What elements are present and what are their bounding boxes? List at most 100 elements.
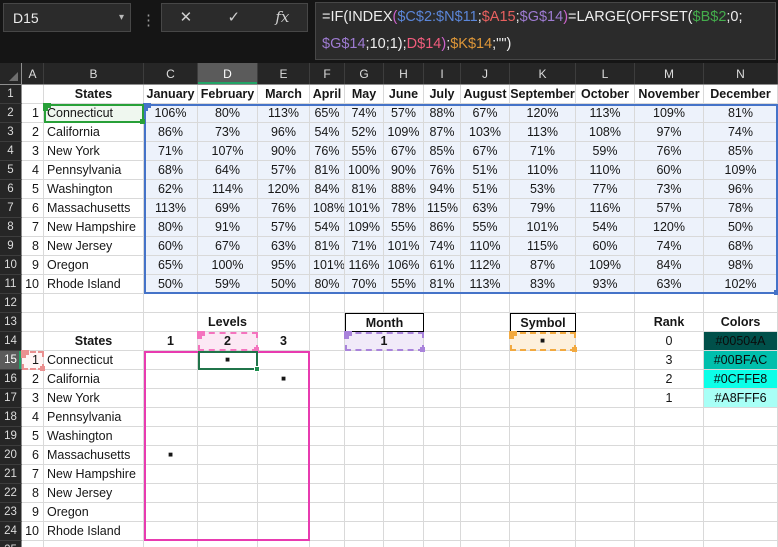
cell-K24[interactable] bbox=[510, 522, 576, 541]
cell-J11[interactable]: 113% bbox=[461, 275, 510, 294]
cell-E14[interactable]: 3 bbox=[258, 332, 310, 351]
cell-N13[interactable]: Colors bbox=[704, 313, 778, 332]
cell-D7[interactable]: 69% bbox=[198, 199, 258, 218]
cell-G19[interactable] bbox=[345, 427, 384, 446]
cell-A15[interactable]: 1 bbox=[22, 351, 44, 370]
cell-F10[interactable]: 101% bbox=[310, 256, 345, 275]
cell-E16[interactable]: ■ bbox=[258, 370, 310, 389]
cell-C2[interactable]: 106% bbox=[144, 104, 198, 123]
cell-M2[interactable]: 109% bbox=[635, 104, 704, 123]
cell-K20[interactable] bbox=[510, 446, 576, 465]
row-header-6[interactable]: 6 bbox=[0, 180, 22, 199]
cell-G7[interactable]: 101% bbox=[345, 199, 384, 218]
row-header-21[interactable]: 21 bbox=[0, 465, 22, 484]
cell-K13[interactable]: Symbol bbox=[510, 313, 576, 332]
cell-K23[interactable] bbox=[510, 503, 576, 522]
cell-G21[interactable] bbox=[345, 465, 384, 484]
cell-L8[interactable]: 54% bbox=[576, 218, 635, 237]
cell-E5[interactable]: 57% bbox=[258, 161, 310, 180]
cell-E13[interactable] bbox=[258, 313, 310, 332]
column-header-G[interactable]: G bbox=[345, 63, 384, 84]
cell-H18[interactable] bbox=[384, 408, 424, 427]
cell-F20[interactable] bbox=[310, 446, 345, 465]
cell-K4[interactable]: 71% bbox=[510, 142, 576, 161]
cell-E15[interactable] bbox=[258, 351, 310, 370]
row-header-23[interactable]: 23 bbox=[0, 503, 22, 522]
row-header-14[interactable]: 14 bbox=[0, 332, 22, 351]
name-box[interactable]: D15 ▾ bbox=[3, 3, 131, 32]
cell-B4[interactable]: New York bbox=[44, 142, 144, 161]
cell-I19[interactable] bbox=[424, 427, 461, 446]
row-header-16[interactable]: 16 bbox=[0, 370, 22, 389]
cell-B21[interactable]: New Hampshire bbox=[44, 465, 144, 484]
cell-I23[interactable] bbox=[424, 503, 461, 522]
cell-A5[interactable]: 4 bbox=[22, 161, 44, 180]
cell-J18[interactable] bbox=[461, 408, 510, 427]
cell-D25[interactable] bbox=[198, 541, 258, 547]
cell-F16[interactable] bbox=[310, 370, 345, 389]
cell-A4[interactable]: 3 bbox=[22, 142, 44, 161]
cell-C7[interactable]: 113% bbox=[144, 199, 198, 218]
column-header-A[interactable]: A bbox=[22, 63, 44, 84]
row-header-12[interactable]: 12 bbox=[0, 294, 22, 313]
row-header-2[interactable]: 2 bbox=[0, 104, 22, 123]
cell-E18[interactable] bbox=[258, 408, 310, 427]
cell-H7[interactable]: 78% bbox=[384, 199, 424, 218]
formula-bar[interactable]: =IF(INDEX($C$2:$N$11;$A15;$G$14)=LARGE(O… bbox=[315, 2, 776, 60]
cell-L10[interactable]: 109% bbox=[576, 256, 635, 275]
column-header-M[interactable]: M bbox=[635, 63, 704, 84]
row-header-8[interactable]: 8 bbox=[0, 218, 22, 237]
cell-E7[interactable]: 76% bbox=[258, 199, 310, 218]
cell-E4[interactable]: 90% bbox=[258, 142, 310, 161]
cell-D14[interactable]: 2 bbox=[198, 332, 258, 351]
cell-N18[interactable] bbox=[704, 408, 778, 427]
cell-H25[interactable] bbox=[384, 541, 424, 547]
cell-L21[interactable] bbox=[576, 465, 635, 484]
column-header-B[interactable]: B bbox=[44, 63, 144, 84]
cell-D19[interactable] bbox=[198, 427, 258, 446]
cell-A13[interactable] bbox=[22, 313, 44, 332]
cell-B8[interactable]: New Hampshire bbox=[44, 218, 144, 237]
cell-F12[interactable] bbox=[310, 294, 345, 313]
cell-K5[interactable]: 110% bbox=[510, 161, 576, 180]
cell-J12[interactable] bbox=[461, 294, 510, 313]
cell-N15[interactable]: #00BFAC bbox=[704, 351, 778, 370]
cell-J9[interactable]: 110% bbox=[461, 237, 510, 256]
cell-C24[interactable] bbox=[144, 522, 198, 541]
cell-I14[interactable] bbox=[424, 332, 461, 351]
cell-H10[interactable]: 106% bbox=[384, 256, 424, 275]
cell-E2[interactable]: 113% bbox=[258, 104, 310, 123]
cell-C15[interactable] bbox=[144, 351, 198, 370]
cell-A7[interactable]: 6 bbox=[22, 199, 44, 218]
cell-J3[interactable]: 103% bbox=[461, 123, 510, 142]
cell-C9[interactable]: 60% bbox=[144, 237, 198, 256]
cell-N3[interactable]: 74% bbox=[704, 123, 778, 142]
cell-N19[interactable] bbox=[704, 427, 778, 446]
cell-C20[interactable]: ■ bbox=[144, 446, 198, 465]
cell-M3[interactable]: 97% bbox=[635, 123, 704, 142]
cancel-button[interactable]: ✕ bbox=[180, 4, 193, 31]
cell-I1[interactable]: July bbox=[424, 85, 461, 104]
cell-G6[interactable]: 81% bbox=[345, 180, 384, 199]
cell-C22[interactable] bbox=[144, 484, 198, 503]
cell-L22[interactable] bbox=[576, 484, 635, 503]
cell-H5[interactable]: 90% bbox=[384, 161, 424, 180]
cell-J4[interactable]: 67% bbox=[461, 142, 510, 161]
column-header-N[interactable]: N bbox=[704, 63, 778, 84]
cell-M17[interactable]: 1 bbox=[635, 389, 704, 408]
cell-B7[interactable]: Massachusetts bbox=[44, 199, 144, 218]
cell-M13[interactable]: Rank bbox=[635, 313, 704, 332]
cell-G2[interactable]: 74% bbox=[345, 104, 384, 123]
cell-N1[interactable]: December bbox=[704, 85, 778, 104]
cell-K11[interactable]: 83% bbox=[510, 275, 576, 294]
cell-L3[interactable]: 108% bbox=[576, 123, 635, 142]
row-header-9[interactable]: 9 bbox=[0, 237, 22, 256]
cell-C5[interactable]: 68% bbox=[144, 161, 198, 180]
cell-D12[interactable] bbox=[198, 294, 258, 313]
cell-B22[interactable]: New Jersey bbox=[44, 484, 144, 503]
cell-J8[interactable]: 55% bbox=[461, 218, 510, 237]
cell-E10[interactable]: 95% bbox=[258, 256, 310, 275]
cell-C3[interactable]: 86% bbox=[144, 123, 198, 142]
cell-F11[interactable]: 80% bbox=[310, 275, 345, 294]
cell-F18[interactable] bbox=[310, 408, 345, 427]
